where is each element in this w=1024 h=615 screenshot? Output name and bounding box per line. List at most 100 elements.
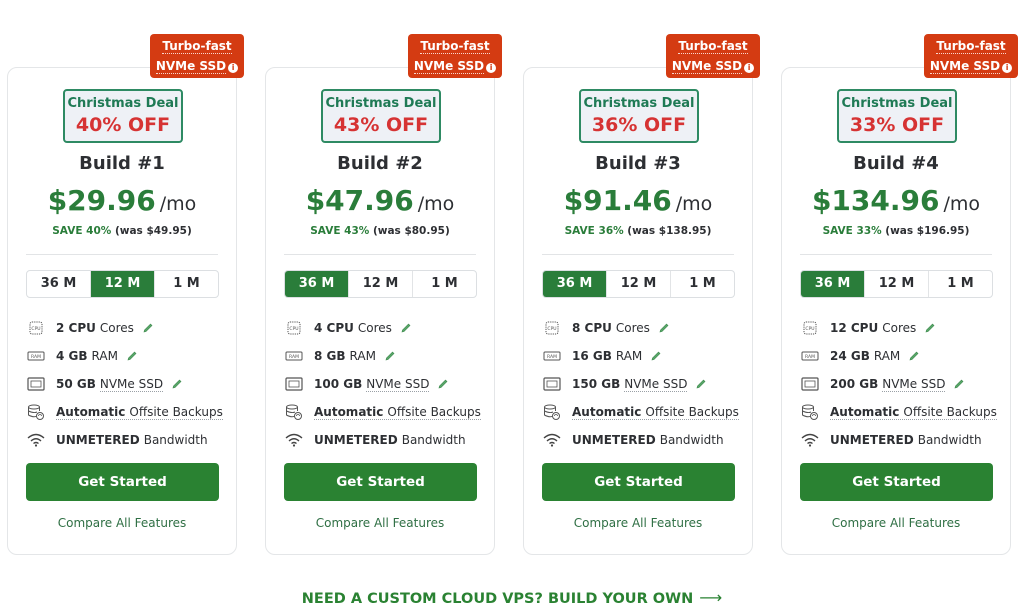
term-option-1m[interactable]: 1 M xyxy=(155,271,218,297)
ram-icon: RAM xyxy=(800,348,820,364)
cpu-icon: CPU xyxy=(800,320,820,336)
cpu-label: Cores xyxy=(357,321,392,335)
term-option-12m[interactable]: 12 M xyxy=(349,271,413,297)
term-option-1m[interactable]: 1 M xyxy=(929,271,992,297)
term-option-36m[interactable]: 36 M xyxy=(801,271,865,297)
ram-icon: RAM xyxy=(284,348,304,364)
feature-bandwidth: UNMETERED Bandwidth xyxy=(542,426,742,454)
svg-text:RAM: RAM xyxy=(31,354,41,360)
backup-value: Automatic xyxy=(572,404,642,419)
pencil-icon[interactable] xyxy=(142,322,154,334)
get-started-button[interactable]: Get Started xyxy=(800,463,993,501)
price-period: /mo xyxy=(943,193,981,215)
compare-features-link[interactable]: Compare All Features xyxy=(8,516,236,530)
feature-bandwidth: UNMETERED Bandwidth xyxy=(26,426,226,454)
backup-text[interactable]: Automatic Offsite Backups xyxy=(314,405,481,420)
was-price: (was $49.95) xyxy=(114,225,192,237)
pencil-icon[interactable] xyxy=(908,350,920,362)
wifi-icon xyxy=(542,432,562,448)
get-started-button[interactable]: Get Started xyxy=(26,463,219,501)
savings-text: SAVE 33% (was $196.95) xyxy=(782,225,1010,237)
info-icon[interactable]: i xyxy=(1002,63,1013,73)
cpu-value: 12 CPU xyxy=(830,321,879,335)
ram-value: 8 GB xyxy=(314,349,346,363)
price-period: /mo xyxy=(417,193,455,215)
wifi-icon xyxy=(26,432,46,448)
feature-backup: Automatic Offsite Backups xyxy=(542,398,742,426)
pencil-icon[interactable] xyxy=(695,378,707,390)
discount-label: 40% OFF xyxy=(75,114,171,136)
compare-features-link[interactable]: Compare All Features xyxy=(782,516,1010,530)
backup-text[interactable]: Automatic Offsite Backups xyxy=(572,405,739,420)
discount-label: 36% OFF xyxy=(591,114,687,136)
cpu-label: Cores xyxy=(882,321,917,335)
ssd-label[interactable]: NVMe SSD xyxy=(882,377,946,392)
backup-database-icon xyxy=(26,404,46,420)
term-option-1m[interactable]: 1 M xyxy=(413,271,476,297)
term-option-1m[interactable]: 1 M xyxy=(671,271,734,297)
save-percent: SAVE 33% xyxy=(822,225,882,237)
deal-label: Christmas Deal xyxy=(67,96,179,111)
backup-text[interactable]: Automatic Offsite Backups xyxy=(56,405,223,420)
get-started-button[interactable]: Get Started xyxy=(542,463,735,501)
pencil-icon[interactable] xyxy=(437,378,449,390)
svg-text:CPU: CPU xyxy=(805,326,814,332)
pencil-icon[interactable] xyxy=(400,322,412,334)
ssd-icon xyxy=(800,376,820,392)
custom-vps-link[interactable]: NEED A CUSTOM CLOUD VPS? BUILD YOUR OWN ⟶ xyxy=(0,588,1024,607)
ssd-icon xyxy=(284,376,304,392)
svg-text:RAM: RAM xyxy=(289,354,299,360)
was-price: (was $196.95) xyxy=(885,225,970,237)
feature-ssd: 200 GB NVMe SSD xyxy=(800,370,1000,398)
feature-ram: RAM 4 GB RAM xyxy=(26,342,226,370)
nvme-badge[interactable]: Turbo-fast NVMe SSD i xyxy=(408,34,502,78)
backup-text[interactable]: Automatic Offsite Backups xyxy=(830,405,997,420)
price-amount: $91.46 xyxy=(563,184,672,217)
term-option-36m[interactable]: 36 M xyxy=(285,271,349,297)
pencil-icon[interactable] xyxy=(171,378,183,390)
svg-text:CPU: CPU xyxy=(289,326,298,332)
term-selector: 36 M 12 M 1 M xyxy=(542,270,735,298)
ram-label: RAM xyxy=(873,349,901,363)
term-option-36m[interactable]: 36 M xyxy=(543,271,607,297)
compare-features-link[interactable]: Compare All Features xyxy=(524,516,752,530)
save-percent: SAVE 36% xyxy=(564,225,624,237)
info-icon[interactable]: i xyxy=(228,63,239,73)
ssd-label[interactable]: NVMe SSD xyxy=(366,377,430,392)
info-icon[interactable]: i xyxy=(744,63,755,73)
term-option-36m[interactable]: 36 M xyxy=(27,271,91,297)
ssd-label[interactable]: NVMe SSD xyxy=(99,377,164,392)
badge-line1: Turbo-fast xyxy=(162,39,232,54)
get-started-button[interactable]: Get Started xyxy=(284,463,477,501)
term-option-12m[interactable]: 12 M xyxy=(865,271,929,297)
nvme-badge[interactable]: Turbo-fast NVMe SSD i xyxy=(666,34,760,78)
compare-features-link[interactable]: Compare All Features xyxy=(266,516,494,530)
feature-cpu: CPU 2 CPU Cores xyxy=(26,314,226,342)
term-option-12m[interactable]: 12 M xyxy=(91,271,155,297)
term-option-12m[interactable]: 12 M xyxy=(607,271,671,297)
ram-label: RAM xyxy=(91,349,118,363)
backup-label: Offsite Backups xyxy=(387,404,481,419)
ssd-label[interactable]: NVMe SSD xyxy=(624,377,688,392)
plan-price: $29.96/mo xyxy=(8,184,236,217)
backup-database-icon xyxy=(542,404,562,420)
pencil-icon[interactable] xyxy=(924,322,936,334)
plan-price: $134.96/mo xyxy=(782,184,1010,217)
pencil-icon[interactable] xyxy=(953,378,965,390)
arrow-right-icon: ⟶ xyxy=(699,588,723,607)
nvme-badge[interactable]: Turbo-fast NVMe SSD i xyxy=(924,34,1018,78)
feature-list: CPU 2 CPU Cores RAM 4 GB RAM 50 GB NVMe SSD… xyxy=(26,314,226,454)
plan-price: $47.96/mo xyxy=(266,184,494,217)
plan-name: Build #2 xyxy=(337,153,423,174)
pencil-icon[interactable] xyxy=(658,322,670,334)
feature-ssd: 150 GB NVMe SSD xyxy=(542,370,742,398)
svg-text:RAM: RAM xyxy=(805,354,815,360)
pencil-icon[interactable] xyxy=(384,350,396,362)
info-icon[interactable]: i xyxy=(486,63,497,73)
pencil-icon[interactable] xyxy=(126,350,138,362)
badge-line2: NVMe SSD xyxy=(155,59,227,74)
pencil-icon[interactable] xyxy=(650,350,662,362)
cpu-label: Cores xyxy=(99,321,134,335)
nvme-badge[interactable]: Turbo-fast NVMe SSD i xyxy=(150,34,244,78)
plan-card: Turbo-fast NVMe SSD i Christmas Deal 33% … xyxy=(781,34,1018,555)
